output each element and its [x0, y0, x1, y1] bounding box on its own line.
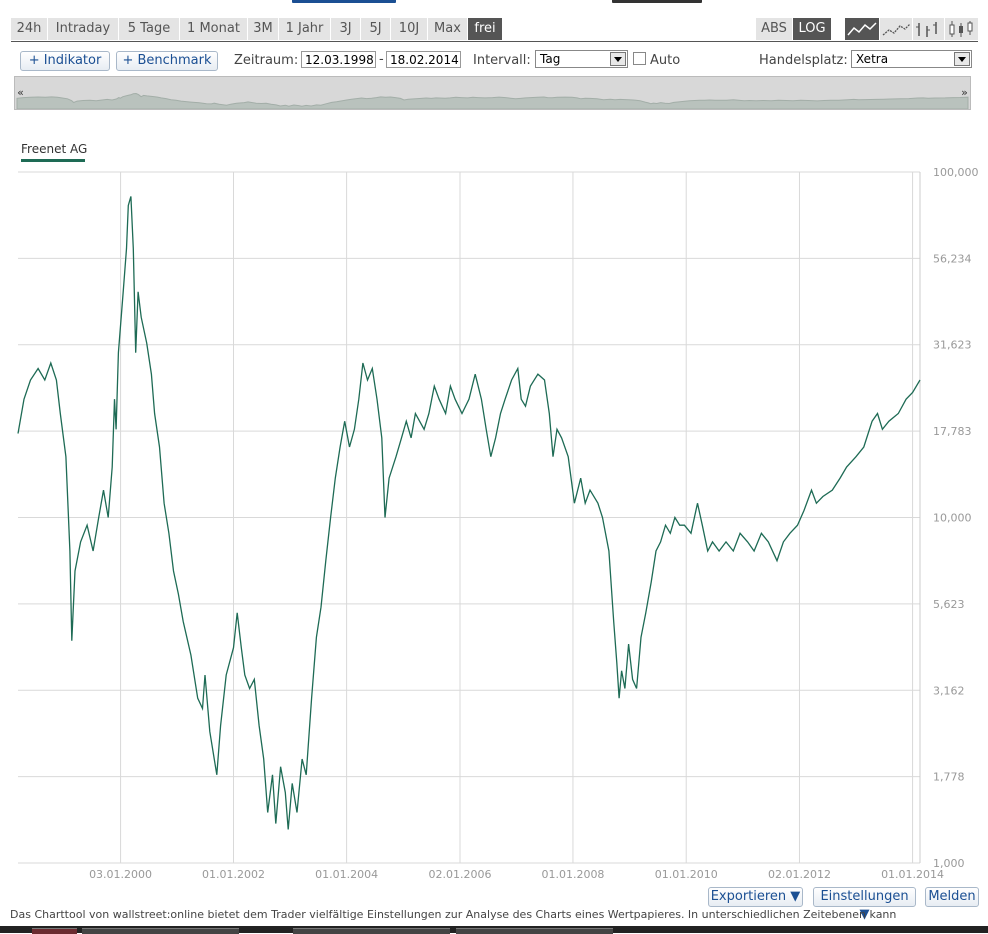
tab-range-5-tage[interactable]: 5 Tage: [119, 18, 180, 40]
price-chart: 100,000 56,234 31,623 17,783 10,000 5,623 3,16…: [17, 166, 979, 881]
x-tick-label: 01.01.2010: [655, 868, 718, 881]
date-from-input[interactable]: 12.03.1998: [301, 51, 376, 68]
series-line-freenet-ag: [17, 196, 921, 830]
x-tick-label: 01.01.2008: [541, 868, 604, 881]
date-to-input[interactable]: 18.02.2014: [386, 51, 461, 68]
ohlc-chart-icon: [916, 22, 937, 37]
x-tick-label: 02.01.2006: [429, 868, 492, 881]
auto-label: Auto: [650, 53, 681, 68]
line-chart-button[interactable]: [845, 18, 880, 40]
venue-label: Handelsplatz:: [759, 53, 848, 68]
navigator-left-arrow[interactable]: «: [15, 85, 26, 101]
date-separator: -: [379, 52, 384, 67]
tab-range-max[interactable]: Max: [428, 18, 468, 40]
period-label: Zeitraum:: [234, 53, 299, 68]
y-tick-label: 31,623: [933, 339, 972, 352]
y-tick-label: 100,000: [933, 166, 979, 179]
x-tick-label: 02.01.2012: [768, 868, 831, 881]
navigator-sparkline: [16, 92, 969, 109]
navigator-right-arrow[interactable]: »: [959, 85, 970, 101]
tab-range-1-jahr[interactable]: 1 Jahr: [279, 18, 331, 40]
tab-range-10j[interactable]: 10J: [391, 18, 428, 40]
candlestick-chart-button[interactable]: [945, 18, 979, 40]
tab-scale-log[interactable]: LOG: [793, 18, 832, 40]
y-tick-label: 1,778: [933, 771, 965, 784]
venue-value: Xetra: [856, 52, 889, 66]
line-chart-icon: [847, 22, 877, 36]
tab-range-24h[interactable]: 24h: [11, 18, 48, 40]
auto-checkbox[interactable]: [633, 52, 646, 65]
x-tick-label: 01.01.2014: [881, 868, 944, 881]
tab-range-5j[interactable]: 5J: [361, 18, 391, 40]
range-navigator[interactable]: « »: [14, 76, 971, 110]
x-tick-label: 03.01.2000: [89, 868, 152, 881]
interval-select[interactable]: Tag: [535, 50, 628, 68]
y-tick-label: 17,783: [933, 425, 972, 438]
footnote-text: Das Charttool von wallstreet:online biet…: [10, 908, 897, 921]
interval-value: Tag: [540, 52, 561, 66]
venue-select[interactable]: Xetra: [851, 50, 972, 68]
y-tick-label: 56,234: [933, 252, 972, 265]
legend-series-name: Freenet AG: [21, 142, 88, 156]
taskbar-strip: [0, 926, 988, 934]
mountain-chart-icon: [882, 23, 911, 36]
report-button[interactable]: Melden: [925, 887, 979, 907]
tab-range-1-monat[interactable]: 1 Monat: [180, 18, 248, 40]
tab-range-intraday[interactable]: Intraday: [48, 18, 119, 40]
settings-button[interactable]: Einstellungen ▼: [813, 887, 916, 922]
tab-scale-abs[interactable]: ABS: [756, 18, 793, 40]
tab-range-frei[interactable]: frei: [468, 18, 503, 40]
export-button[interactable]: Exportieren ▼: [708, 887, 803, 907]
cropped-header-strip: [0, 0, 988, 6]
candlestick-chart-icon: [949, 21, 973, 37]
ohlc-chart-button[interactable]: [913, 18, 945, 40]
add-indicator-button[interactable]: + Indikator: [20, 51, 110, 71]
x-tick-label: 01.01.2002: [202, 868, 265, 881]
x-tick-label: 01.01.2004: [315, 868, 378, 881]
chevron-down-icon: [954, 52, 970, 66]
range-toolbar: 24h Intraday 5 Tage 1 Monat 3M 1 Jahr 3J…: [11, 18, 979, 42]
mountain-chart-button[interactable]: [880, 18, 913, 40]
tab-range-3j[interactable]: 3J: [331, 18, 361, 40]
interval-label: Intervall:: [473, 53, 531, 68]
tab-range-3m[interactable]: 3M: [248, 18, 279, 40]
chevron-down-icon: [610, 52, 626, 66]
add-benchmark-button[interactable]: + Benchmark: [116, 51, 218, 71]
y-tick-label: 10,000: [933, 512, 972, 525]
y-tick-label: 5,623: [933, 598, 965, 611]
y-tick-label: 3,162: [933, 684, 965, 697]
